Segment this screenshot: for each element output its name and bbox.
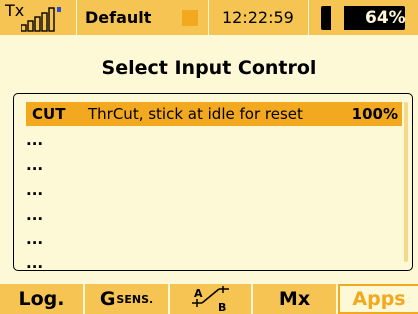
tab-gyro-sensor[interactable]: G SENS. xyxy=(85,284,170,314)
list-scrollbar[interactable] xyxy=(404,102,408,262)
model-flag-icon xyxy=(182,10,198,26)
signal-strength-icon xyxy=(21,7,61,32)
control-value: 100% xyxy=(351,105,398,123)
clock: 12:22:59 xyxy=(209,0,309,35)
tab-apps[interactable]: Apps xyxy=(338,284,418,314)
control-description: ThrCut, stick at idle for reset xyxy=(88,105,303,123)
battery-icon: 64% xyxy=(321,6,406,30)
battery-status: 64% xyxy=(309,0,418,35)
svg-text:A: A xyxy=(194,287,203,300)
ab-curve-icon: A B xyxy=(191,286,229,312)
transmitter-status: Tx xyxy=(0,0,77,35)
tab-log[interactable]: Log. xyxy=(0,284,85,314)
list-item[interactable]: ... xyxy=(26,230,43,254)
list-item[interactable]: ... xyxy=(26,181,43,205)
model-name: Default xyxy=(85,8,152,27)
time-text: 12:22:59 xyxy=(222,8,294,27)
model-name-button[interactable]: Default xyxy=(77,0,209,35)
svg-text:B: B xyxy=(218,301,226,312)
bottom-tab-bar: Log. G SENS. A B Mx Apps xyxy=(0,284,418,314)
list-item[interactable]: ... xyxy=(26,206,43,230)
tab-ab-curve[interactable]: A B xyxy=(170,284,253,314)
link-indicator-icon xyxy=(57,7,61,12)
battery-fill xyxy=(331,6,344,30)
page-title: Select Input Control xyxy=(101,57,317,79)
list-item[interactable]: ... xyxy=(26,156,43,180)
battery-percent: 64% xyxy=(365,8,406,28)
list-item[interactable]: ... xyxy=(26,254,43,268)
input-control-list[interactable]: CUT ThrCut, stick at idle for reset 100%… xyxy=(13,93,413,271)
list-item[interactable]: ... xyxy=(26,131,43,155)
list-item-selected[interactable]: CUT ThrCut, stick at idle for reset 100% xyxy=(26,102,402,126)
status-bar: Tx Default 12:22:59 64% xyxy=(0,0,418,35)
tab-mixer[interactable]: Mx xyxy=(253,284,338,314)
control-name: CUT xyxy=(32,105,66,123)
